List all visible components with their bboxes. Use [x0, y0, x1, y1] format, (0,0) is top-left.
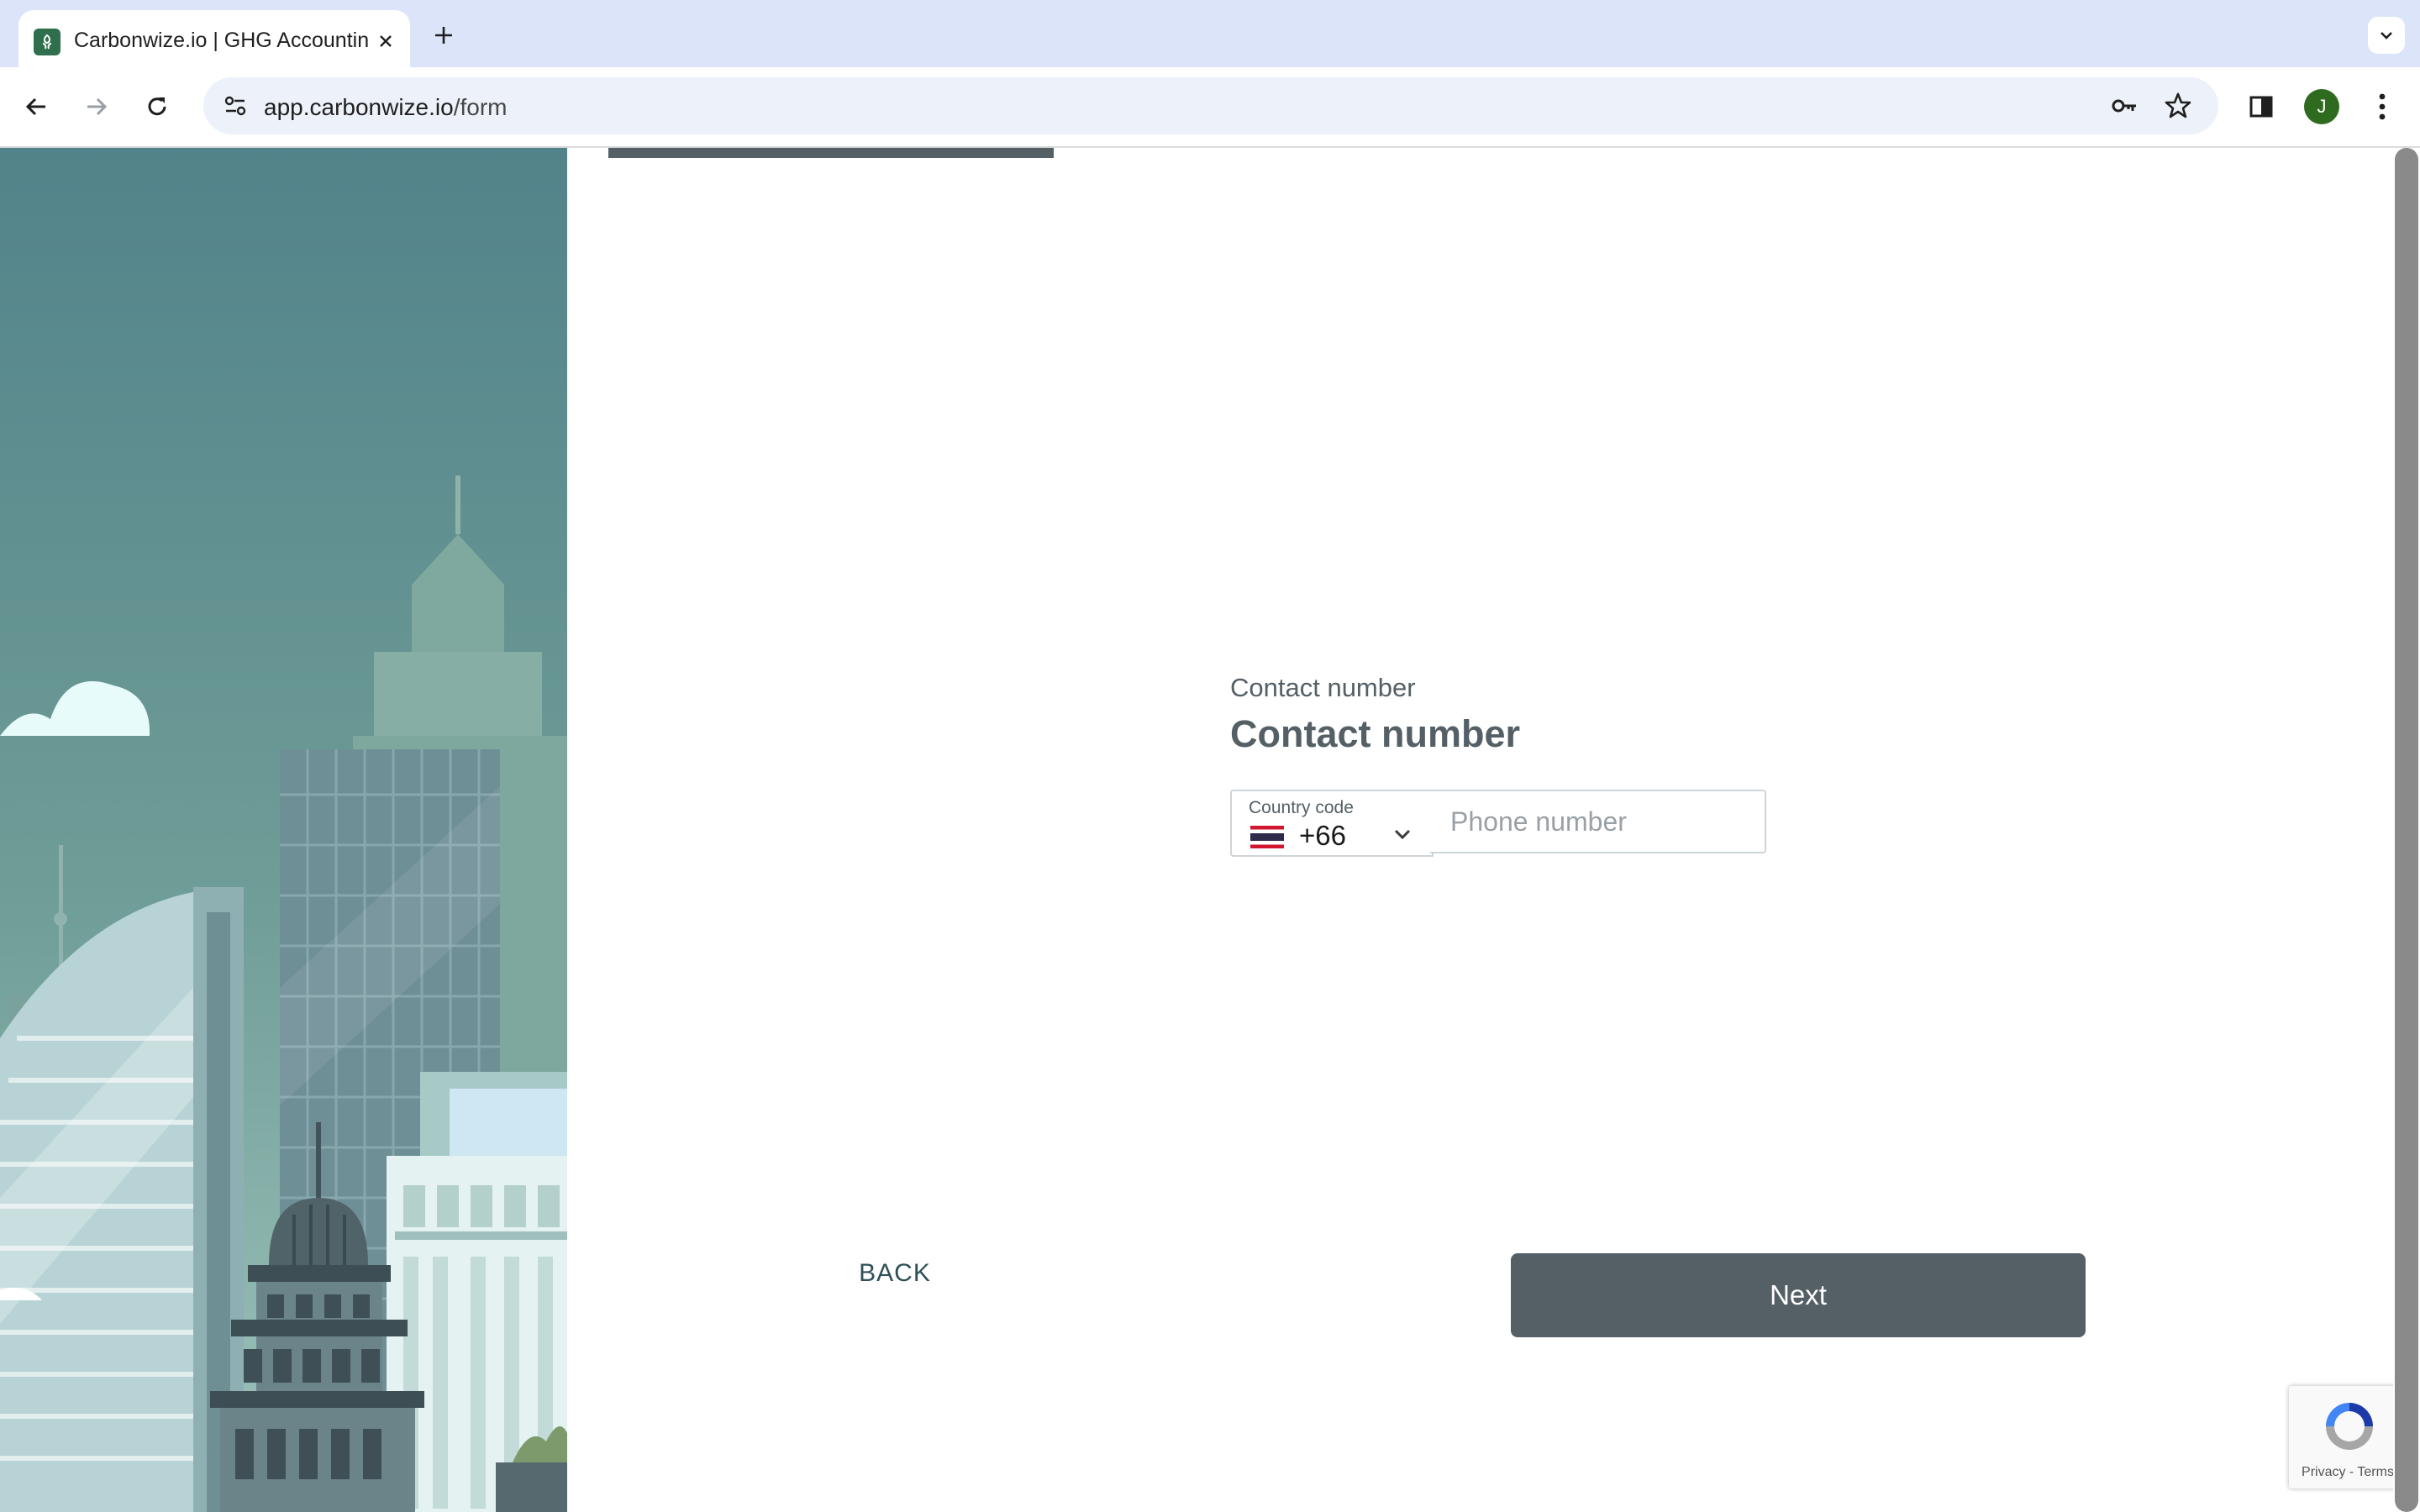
tab-close-icon[interactable]: [371, 27, 400, 55]
address-bar[interactable]: app.carbonwize.io/form: [203, 77, 2218, 134]
forward-arrow-icon[interactable]: [77, 87, 116, 126]
question-title: Contact number: [1230, 712, 1521, 755]
browser-tab-active[interactable]: Carbonwize.io | GHG Accounting: [18, 10, 410, 67]
star-icon[interactable]: [2160, 87, 2196, 124]
country-code-select[interactable]: Country code +66: [1230, 790, 1434, 857]
tab-search-chevron-icon[interactable]: [2368, 17, 2405, 54]
page-scrollbar-thumb[interactable]: [2395, 148, 2418, 1512]
side-panel-icon[interactable]: [2242, 87, 2281, 126]
back-arrow-icon[interactable]: [17, 87, 55, 126]
recaptcha-logo-icon: [2326, 1403, 2373, 1450]
recaptcha-badge[interactable]: Privacy - Terms: [2289, 1386, 2407, 1488]
browser-toolbar: app.carbonwize.io/form J: [0, 67, 2420, 148]
url-text: app.carbonwize.io/form: [264, 94, 507, 121]
phone-number-field-group: Country code +66: [1230, 790, 1768, 857]
thailand-flag-icon: [1250, 826, 1284, 848]
kebab-menu-icon[interactable]: [2363, 87, 2402, 126]
back-button[interactable]: BACK: [823, 1248, 966, 1299]
question-label: Contact number: [1230, 673, 1416, 702]
chevron-down-icon: [1394, 829, 1411, 840]
site-info-icon[interactable]: [215, 86, 255, 126]
carbonwize-favicon-icon: [34, 29, 60, 55]
phone-number-input[interactable]: [1430, 790, 1766, 853]
tab-title: Carbonwize.io | GHG Accounting: [74, 29, 370, 52]
page-content: Contact number Contact number Country co…: [0, 148, 2420, 1512]
new-tab-plus-icon[interactable]: [427, 18, 460, 52]
recaptcha-links: Privacy - Terms: [2289, 1465, 2407, 1480]
country-code-value: +66: [1299, 820, 1346, 851]
recaptcha-terms-link[interactable]: Terms: [2357, 1465, 2394, 1479]
city-skyline-illustration: [0, 148, 567, 1512]
url-path: /form: [453, 94, 508, 120]
country-code-label: Country code: [1249, 798, 1354, 817]
next-button[interactable]: Next: [1511, 1253, 2086, 1337]
recaptcha-privacy-link[interactable]: Privacy: [2302, 1465, 2345, 1479]
url-domain: app.carbonwize.io: [264, 94, 454, 120]
reload-icon[interactable]: [138, 87, 176, 126]
browser-tab-strip: Carbonwize.io | GHG Accounting: [0, 0, 2420, 67]
recaptcha-separator: -: [2345, 1465, 2358, 1479]
profile-avatar[interactable]: J: [2304, 89, 2339, 124]
key-icon[interactable]: [2106, 87, 2143, 124]
form-progress-bar: [608, 148, 1054, 158]
